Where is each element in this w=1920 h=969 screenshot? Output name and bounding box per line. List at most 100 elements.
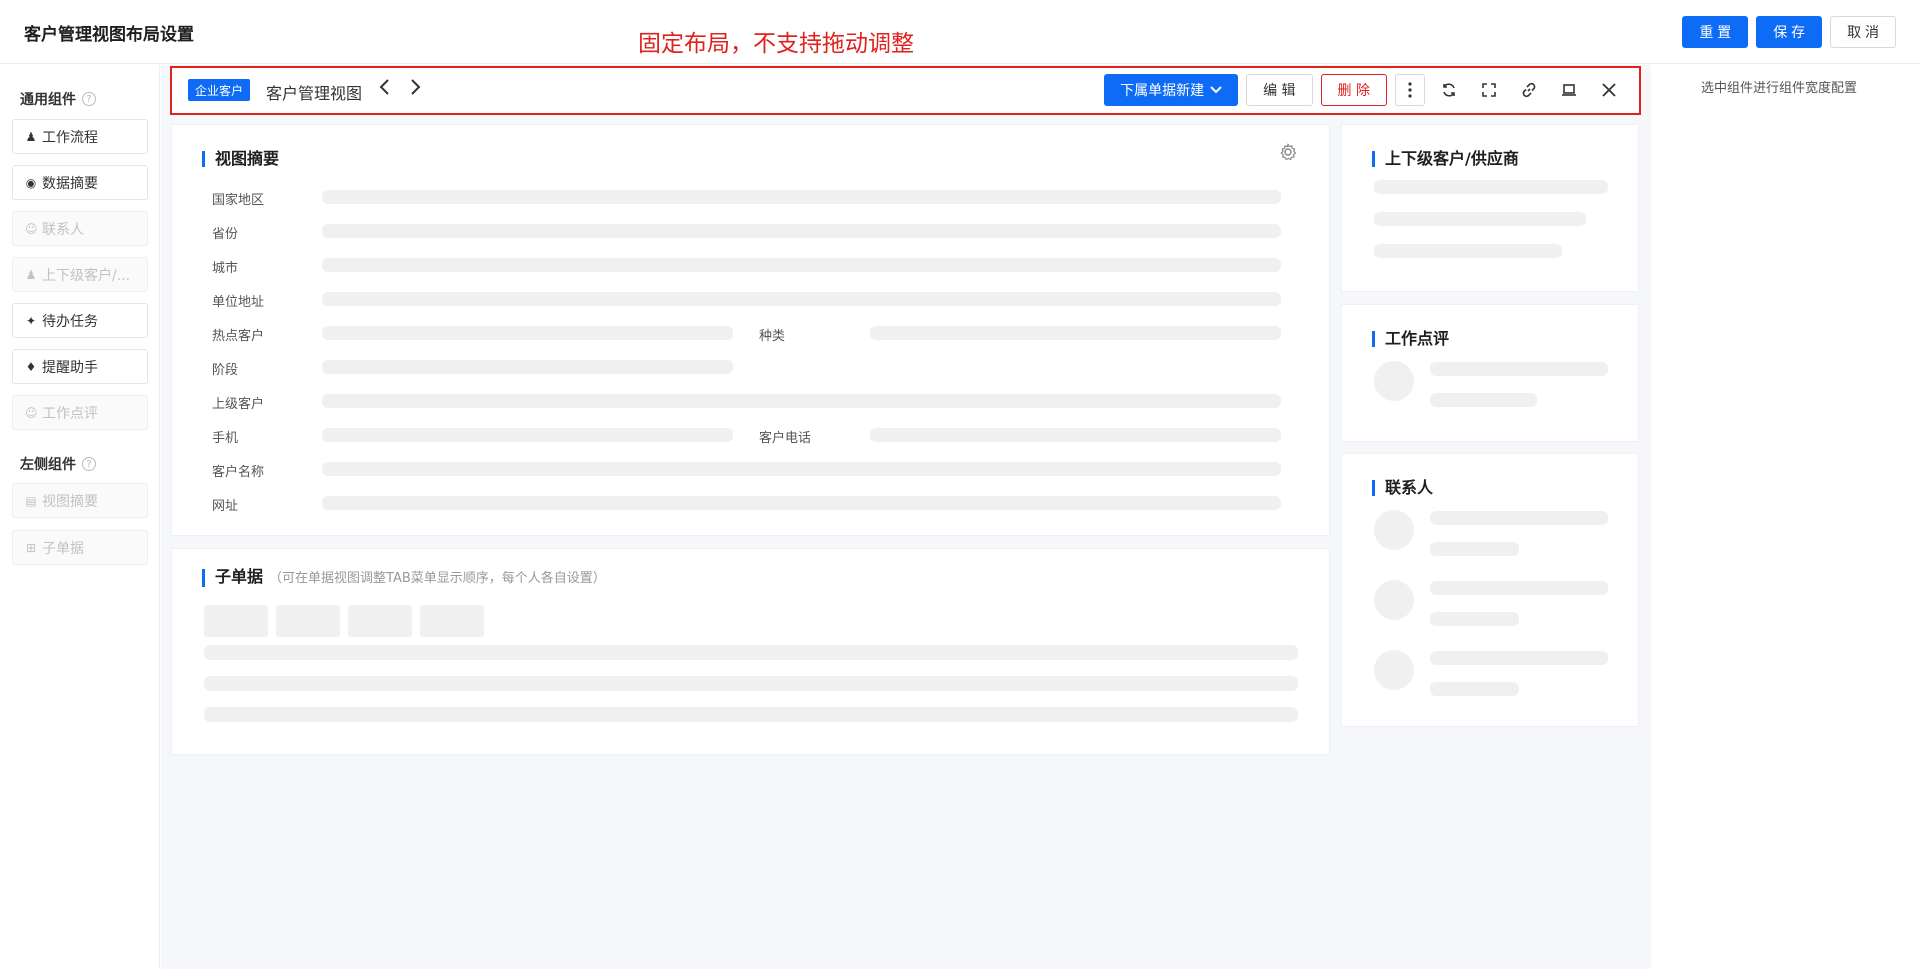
help-icon[interactable]: ? [82,457,96,471]
field-skeleton [322,462,1281,476]
card-title: 联系人 [1372,480,1433,496]
help-icon[interactable]: ? [82,92,96,106]
work-review-card[interactable]: 工作点评 [1341,304,1639,442]
component-hierarchy: ♟ 上下级客户/... [12,257,148,292]
component-label: 联系人 [42,221,84,238]
field-skeleton [322,190,1281,204]
card-title: 视图摘要 [202,151,279,167]
row-skeleton [204,676,1298,691]
card-title: 上下级客户/供应商 [1372,151,1519,167]
general-components-title: 通用组件 ? [20,89,96,109]
component-review: ☺ 工作点评 [12,395,148,430]
delete-button[interactable]: 删 除 [1320,74,1387,106]
component-label: 提醒助手 [42,359,98,376]
component-label: 工作点评 [42,405,98,422]
component-view-summary: ▤ 视图摘要 [12,483,148,518]
field-label: 上级客户 [212,397,265,412]
field-skeleton [322,224,1281,238]
field-skeleton [322,496,1281,510]
reset-button[interactable]: 重 置 [1682,16,1749,48]
component-label: 子单据 [42,540,84,557]
edit-button[interactable]: 编 辑 [1246,74,1313,106]
component-todo[interactable]: ✦ 待办任务 [12,303,148,338]
field-label: 手机 [212,431,239,446]
field-label: 阶段 [212,363,239,378]
config-hint: 选中组件进行组件宽度配置 [1701,81,1858,96]
view-title: 客户管理视图 [266,84,363,103]
cancel-button[interactable]: 取 消 [1830,16,1896,48]
laptop-icon[interactable] [1553,74,1585,106]
row-skeleton [1430,393,1537,407]
card-title: 工作点评 [1372,331,1449,347]
gear-icon[interactable] [1279,143,1297,165]
tab-skeleton [420,605,484,637]
user-flow-icon: ♟ [25,129,37,144]
avatar-skeleton [1374,361,1414,401]
avatar-skeleton [1374,580,1414,620]
row-skeleton [204,645,1298,660]
component-workflow[interactable]: ♟ 工作流程 [12,119,148,154]
view-header[interactable]: 企业客户 客户管理视图 下属单据新建 编 辑 删 除 [170,66,1641,115]
field-skeleton [322,360,733,374]
avatar-skeleton [1374,510,1414,550]
top-actions: 重 置 保 存 取 消 [1682,16,1896,48]
smile-icon: ☺ [25,405,38,420]
new-sub-document-button[interactable]: 下属单据新建 [1104,74,1239,106]
person-icon: ☺ [25,221,38,236]
field-skeleton [870,428,1281,442]
field-label: 单位地址 [212,295,265,310]
row-skeleton [1430,362,1608,376]
row-skeleton [1374,212,1586,226]
field-skeleton [322,326,733,340]
more-icon[interactable] [1395,74,1425,106]
card-title: 子单据 （可在单据视图调整TAB菜单显示顺序，每个人各自设置） [202,569,606,587]
field-skeleton [322,428,733,442]
sub-documents-card[interactable]: 子单据 （可在单据视图调整TAB菜单显示顺序，每个人各自设置） [171,548,1330,755]
field-label: 省份 [212,227,239,242]
field-label: 网址 [212,499,239,514]
field-skeleton [322,292,1281,306]
field-label: 城市 [212,261,239,276]
row-skeleton [1430,511,1608,525]
document-icon: ▤ [25,493,37,508]
view-summary-card[interactable]: 视图摘要 国家地区 省份 城市 单位地址 热点客户 种类 阶段 上级客户 手机 … [171,124,1330,536]
target-icon: ◉ [25,175,37,190]
field-label: 热点客户 [212,329,265,344]
hierarchy-card[interactable]: 上下级客户/供应商 [1341,124,1639,292]
grid-icon: ⊞ [25,540,37,555]
sub-documents-hint: （可在单据视图调整TAB菜单显示顺序，每个人各自设置） [269,571,606,586]
tab-skeleton [276,605,340,637]
save-button[interactable]: 保 存 [1756,16,1823,48]
sub-documents-title: 子单据 [215,567,264,586]
fullscreen-icon[interactable] [1473,74,1505,106]
refresh-icon[interactable] [1433,74,1465,106]
general-components-label: 通用组件 [20,92,76,108]
chevron-left-icon[interactable] [378,78,392,101]
field-skeleton [322,258,1281,272]
header-actions: 下属单据新建 编 辑 删 除 [1104,74,1625,106]
component-label: 数据摘要 [42,175,98,192]
layout-annotation: 固定布局，不支持拖动调整 [638,31,914,57]
customer-type-badge: 企业客户 [188,79,251,101]
page-title: 客户管理视图布局设置 [24,25,194,45]
component-reminder[interactable]: ♦ 提醒助手 [12,349,148,384]
field-label: 客户名称 [212,465,265,480]
row-skeleton [1430,682,1519,696]
link-icon[interactable] [1513,74,1545,106]
avatar-skeleton [1374,650,1414,690]
row-skeleton [1374,244,1562,258]
side-components-label: 左侧组件 [20,457,76,473]
component-label: 上下级客户/... [42,267,131,284]
component-sub-docs: ⊞ 子单据 [12,530,148,565]
row-skeleton [204,707,1298,722]
component-data-summary[interactable]: ◉ 数据摘要 [12,165,148,200]
close-icon[interactable] [1593,74,1625,106]
chevron-right-icon[interactable] [408,78,422,101]
pin-icon: ✦ [25,313,37,328]
side-components-title: 左侧组件 ? [20,454,96,474]
contacts-card[interactable]: 联系人 [1341,453,1639,727]
component-label: 视图摘要 [42,493,98,510]
row-skeleton [1430,581,1608,595]
bell-icon: ♦ [25,359,37,374]
row-skeleton [1430,651,1608,665]
